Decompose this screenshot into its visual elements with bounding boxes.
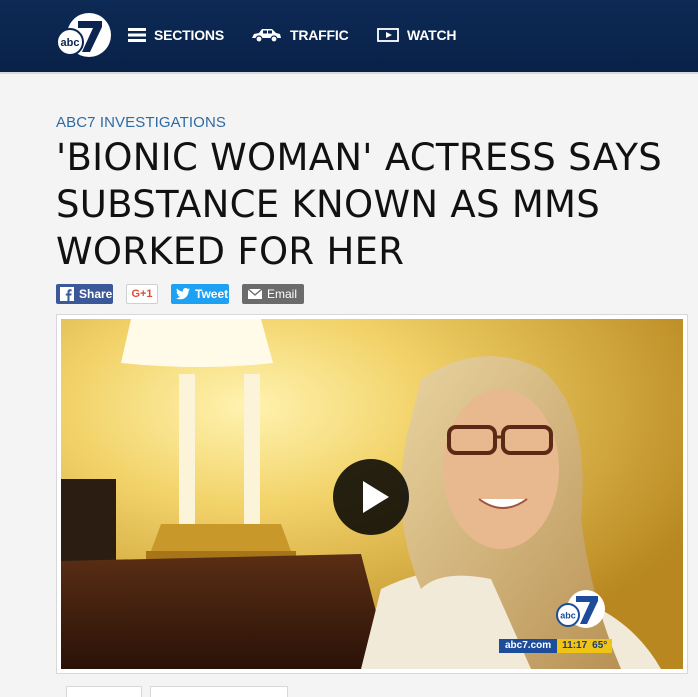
ticker-site: abc7.com xyxy=(499,639,558,653)
news-ticker: abc7.com 11:17 65° xyxy=(499,639,613,653)
car-icon xyxy=(250,27,282,43)
googleplus-share-button[interactable]: G+1 xyxy=(126,284,158,304)
email-share-button[interactable]: Email xyxy=(242,284,304,304)
top-navigation-bar: abc SECTIONS TRAFFIC WATCH xyxy=(0,0,698,74)
article-headline: 'BIONIC WOMAN' ACTRESS SAYS SUBSTANCE KN… xyxy=(56,136,663,273)
video-player[interactable]: abc abc7.com 11:17 65° xyxy=(61,319,683,669)
nav-sections-label: SECTIONS xyxy=(154,27,224,43)
twitter-share-button[interactable]: Tweet xyxy=(171,284,229,304)
envelope-icon xyxy=(248,287,262,301)
article-category-link[interactable]: ABC7 INVESTIGATIONS xyxy=(56,114,226,131)
abc7-watermark: abc xyxy=(556,587,606,631)
facebook-share-label: Share xyxy=(79,287,113,301)
nav-watch-label: WATCH xyxy=(407,27,457,43)
nav-sections[interactable]: SECTIONS xyxy=(128,22,224,48)
facebook-share-button[interactable]: Share xyxy=(56,284,113,304)
nav-watch[interactable]: WATCH xyxy=(377,22,456,48)
nav-traffic[interactable]: TRAFFIC xyxy=(250,22,349,48)
svg-text:abc: abc xyxy=(61,37,80,49)
tab-stub[interactable] xyxy=(66,686,142,697)
email-share-label: Email xyxy=(267,287,298,301)
googleplus-label: G+1 xyxy=(131,288,153,300)
nav-traffic-label: TRAFFIC xyxy=(290,27,349,43)
ticker-time: 11:17 xyxy=(557,639,593,653)
hamburger-icon xyxy=(128,28,146,42)
abc7-logo[interactable]: abc xyxy=(56,12,114,58)
twitter-share-label: Tweet xyxy=(195,287,229,301)
svg-text:abc: abc xyxy=(560,611,576,621)
facebook-icon xyxy=(60,287,74,301)
twitter-icon xyxy=(176,287,190,301)
play-square-icon xyxy=(377,28,399,42)
play-button[interactable] xyxy=(333,459,409,535)
ticker-temperature: 65° xyxy=(592,639,613,653)
tab-stub[interactable] xyxy=(150,686,288,697)
